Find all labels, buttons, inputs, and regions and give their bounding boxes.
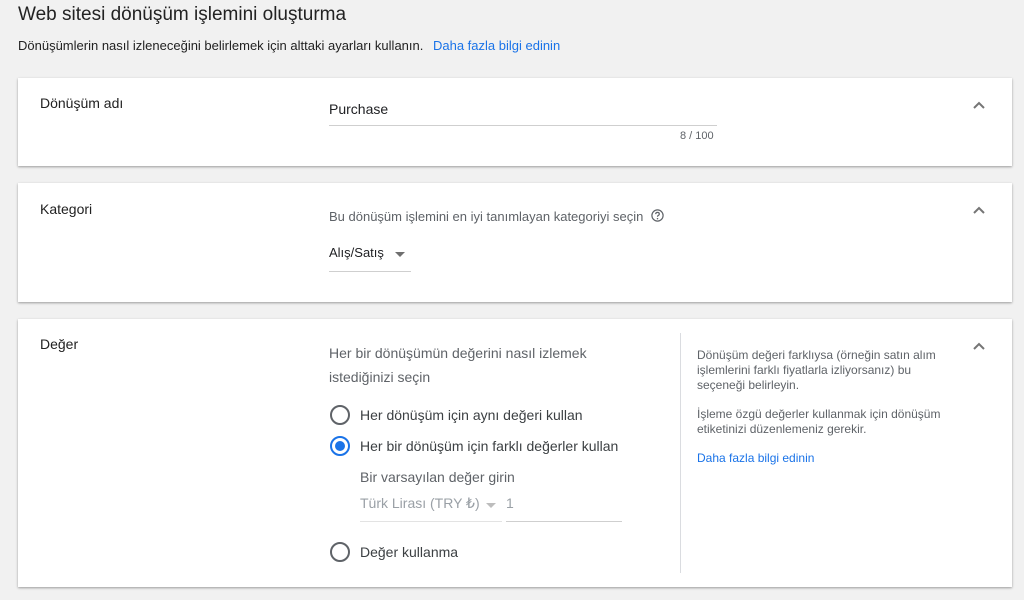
radio-different-values[interactable]: Her bir dönüşüm için farklı değerler kul… [330,436,618,456]
radio-no-value-label: Değer kullanma [360,544,459,560]
category-prompt-text: Bu dönüşüm işlemini en iyi tanımlayan ka… [329,209,644,224]
value-help-panel: Dönüşüm değeri farklıysa (örneğin satın … [697,348,947,480]
category-select[interactable]: Alış/Satış [329,245,411,272]
default-amount-input[interactable]: 1 [506,495,622,522]
chevron-up-icon[interactable] [972,341,986,351]
conversion-name-input[interactable]: Purchase [329,101,717,126]
radio-unchecked-icon[interactable] [330,542,350,562]
radio-no-value[interactable]: Değer kullanma [330,542,458,562]
conversion-name-label: Dönüşüm adı [40,95,124,111]
vertical-divider [680,333,681,573]
value-label: Değer [40,336,79,352]
subtitle-text: Dönüşümlerin nasıl izleneceğini belirlem… [18,38,424,53]
radio-same-value-label: Her dönüşüm için aynı değeri kullan [360,407,583,423]
help-learn-more-link[interactable]: Daha fazla bilgi edinin [697,451,814,465]
radio-different-values-label: Her bir dönüşüm için farklı değerler kul… [360,438,619,454]
radio-same-value[interactable]: Her dönüşüm için aynı değeri kullan [330,405,583,425]
page-subtitle: Dönüşümlerin nasıl izleneceğini belirlem… [18,38,560,53]
currency-value: Türk Lirası (TRY ₺) [360,495,480,511]
learn-more-link[interactable]: Daha fazla bilgi edinin [433,38,560,53]
char-count: 8 / 100 [680,130,714,142]
category-prompt: Bu dönüşüm işlemini en iyi tanımlayan ka… [329,209,664,224]
radio-checked-icon[interactable] [330,436,350,456]
conversion-name-card: Dönüşüm adı Purchase 8 / 100 [18,78,1012,166]
radio-unchecked-icon[interactable] [330,405,350,425]
currency-select[interactable]: Türk Lirası (TRY ₺) [360,495,502,522]
chevron-up-icon[interactable] [972,205,986,215]
dropdown-arrow-icon [486,503,496,508]
category-selected-value: Alış/Satış [329,245,384,260]
category-label: Kategori [40,201,93,217]
dropdown-arrow-icon [395,252,405,257]
help-paragraph-2: İşleme özgü değerler kullanmak için dönü… [697,407,941,436]
category-card: Kategori Bu dönüşüm işlemini en iyi tanı… [18,183,1012,302]
value-prompt: Her bir dönüşümün değerini nasıl izlemek… [329,345,587,385]
default-value-label: Bir varsayılan değer girin [360,469,515,485]
value-card: Değer Her bir dönüşümün değerini nasıl i… [18,319,1012,587]
help-paragraph-1: Dönüşüm değeri farklıysa (örneğin satın … [697,348,936,392]
page-title: Web sitesi dönüşüm işlemini oluşturma [18,4,347,25]
help-circle-icon[interactable] [651,209,664,222]
chevron-up-icon[interactable] [972,100,986,110]
